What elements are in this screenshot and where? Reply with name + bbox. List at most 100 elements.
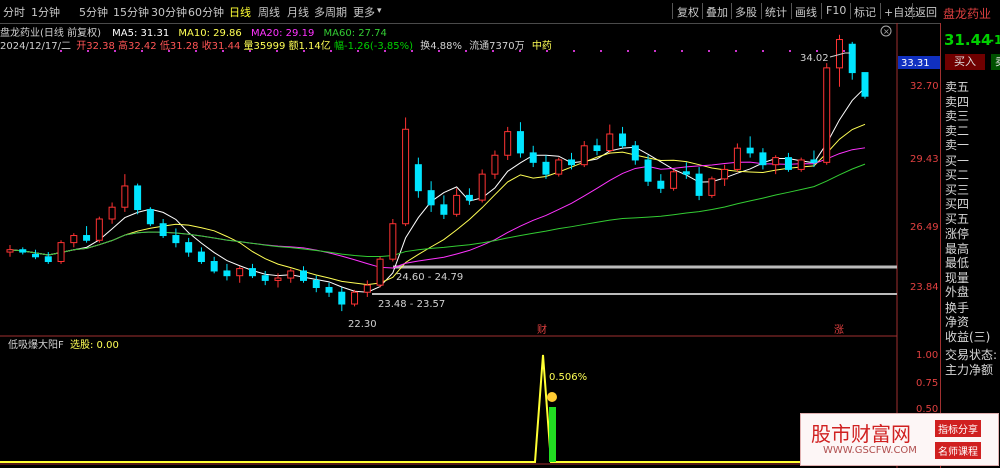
candle-body [797,159,805,170]
signal-dot-row [60,50,845,52]
candle-body [389,223,397,260]
candle-body [670,171,678,189]
candle-body [32,253,40,258]
signal-dot [789,50,791,52]
candle-body [491,154,499,175]
candle-body [210,261,218,272]
signal-dot [546,50,548,52]
buy-button[interactable]: 买入 [945,54,985,70]
change-value: -1 [989,33,1000,47]
signal-dot [465,50,467,52]
candle-body [338,291,346,305]
candle-body [427,190,435,206]
signal-dot [492,50,494,52]
candle-body [19,249,27,253]
current-price-tag: 33.31 [901,58,930,69]
candle-body [363,284,371,293]
candle-body [248,268,256,277]
signal-dot [168,50,170,52]
signal-pct: 0.506% [549,372,587,383]
high-mark: 34.02 [800,53,829,64]
candle-body [57,242,65,263]
candle-body [146,209,154,225]
candle-body [593,145,601,152]
ind-label-1: 1.00 [916,350,938,361]
cai-mark: 财 [537,323,547,336]
candle-body [108,206,116,220]
right-panel: 31.44 -1 买入 卖出 卖五卖四卖三卖二卖一买一买二买三买四买五涨停最高最… [940,23,1000,468]
watermark-tag2: 名师课程 [935,442,981,459]
candle-body [134,185,142,211]
indicator-label: 选股: 0.00 [70,338,119,351]
candle-body [300,270,308,281]
close-icon-glyph: × [883,27,890,36]
signal-dot [627,50,629,52]
signal-dot [519,50,521,52]
signal-dot [843,50,845,52]
quote-field-label: 外盘 [945,285,970,299]
candle-body [83,235,91,241]
signal-dot [114,50,116,52]
candle-body [185,242,193,253]
candle-body [6,249,14,253]
price-label-4: 23.84 [910,282,939,293]
candle-body [682,171,690,175]
low-mark: 22.30 [348,319,377,330]
candle-body [44,256,52,263]
signal-dot [330,50,332,52]
indicator-name: 低吸爆大阳F [8,338,64,351]
signal-dot [708,50,710,52]
signal-dot [276,50,278,52]
smiley-icon [547,392,557,402]
candle-body [172,235,180,244]
candle-body [261,275,269,281]
price-label-3: 26.49 [910,222,939,233]
candle-body [772,157,780,166]
signal-dot [762,50,764,52]
signal-dot [735,50,737,52]
zhang-mark: 涨 [834,324,844,336]
candle-body [478,173,486,201]
candle-body [504,131,512,156]
candle-body [823,67,831,163]
candle-body [236,268,244,277]
candle-body [746,147,754,154]
signal-dot [816,50,818,52]
candle-body [414,164,422,192]
candle-body [733,147,741,170]
candle-body [567,159,575,166]
candle-body [453,194,461,215]
candle-body [708,178,716,196]
kline-chart[interactable]: 低吸爆大阳F 选股: 0.00 0.506% 34.02 22.30 24.60… [0,0,1000,468]
candle-body [580,145,588,166]
signal-dot [600,50,602,52]
candle-body [274,277,282,281]
sell-button[interactable]: 卖出 [991,54,1000,70]
signal-dot [303,50,305,52]
quote-field-label: 卖一 [945,138,970,152]
signal-dot [573,50,575,52]
watermark-url: WWW.GSCFW.COM [823,445,917,456]
candle-body [325,286,333,293]
candle-body [376,258,384,286]
signal-dot [195,50,197,52]
signal-dot [60,50,62,52]
indicator-line [0,354,897,463]
candle-body [121,185,129,208]
candle-body [644,159,652,182]
watermark-tag1: 指标分享 [935,420,981,437]
candle-body [631,145,639,161]
indicator-bar [549,407,556,462]
price-value: 31.44 [944,31,992,49]
quote-field-label: 买五 [945,211,970,226]
candle-body [465,194,473,201]
watermark-title: 股市财富网 [811,422,911,446]
candle-body [848,43,856,74]
signal-dot [87,50,89,52]
candle-body [159,223,167,237]
price-label-2: 29.43 [910,154,939,165]
quote-field-label: 收益(三) [945,329,991,344]
price-label-1: 32.70 [910,81,939,92]
range1-label: 24.60 - 24.79 [396,272,463,283]
candle-body [555,159,563,175]
